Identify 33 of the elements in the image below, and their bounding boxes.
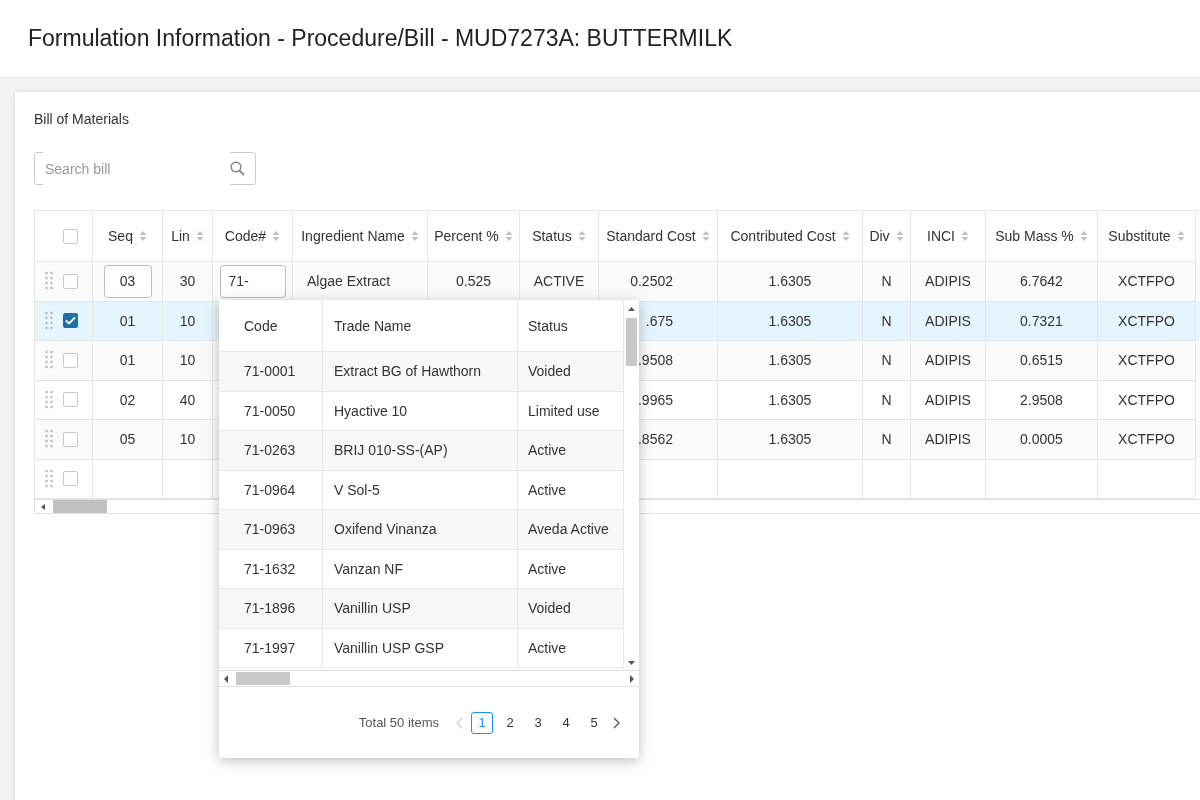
trade-name-cell: Vanillin USP GSP: [323, 628, 518, 668]
trade-name-cell: Oxifend Vinanza: [323, 510, 518, 550]
line-cell: 10: [163, 341, 213, 381]
substitute-cell: XCTFPO: [1098, 341, 1196, 381]
trade-name-cell: Extract BG of Hawthorn: [323, 352, 518, 392]
card-title: Bill of Materials: [34, 111, 129, 127]
trade-name-cell: BRIJ 010-SS-(AP): [323, 431, 518, 471]
line-cell: 10: [163, 420, 213, 460]
code-cell: 71-1896: [219, 589, 323, 629]
code-cell: 71-0963: [219, 510, 323, 550]
sub-mass-cell: 0.6515: [986, 341, 1098, 381]
substitute-cell: XCTFPO: [1098, 262, 1196, 302]
division-cell: N: [863, 262, 911, 302]
sequence-cell: 01: [93, 341, 163, 381]
sub-mass-cell: 6.7642: [986, 262, 1098, 302]
substitute-cell: XCTFPO: [1098, 420, 1196, 460]
total-items: Total 50 items: [358, 715, 439, 730]
contributed-cost-cell: 1.6305: [718, 262, 863, 302]
code-cell: 71-0001: [219, 352, 323, 392]
contributed-cost-cell: 1.6305: [718, 420, 863, 460]
division-cell: N: [863, 420, 911, 460]
inci-cell: ADIPIS: [911, 341, 986, 381]
inci-cell: ADIPIS: [911, 262, 986, 302]
code-cell: 71-1997: [219, 628, 323, 668]
trade-name-cell: Vanillin USP: [323, 589, 518, 629]
code-cell: 71-0263: [219, 431, 323, 471]
sub-mass-cell: 0.0005: [986, 420, 1098, 460]
sequence-cell: 05: [93, 420, 163, 460]
page-title: Formulation Information - Procedure/Bill - MUD7273A: BUTTERMILK: [28, 25, 733, 52]
line-cell: 30: [163, 262, 213, 302]
contributed-cost-cell: 1.6305: [718, 341, 863, 381]
inci-cell: ADIPIS: [911, 420, 986, 460]
division-cell: N: [863, 341, 911, 381]
